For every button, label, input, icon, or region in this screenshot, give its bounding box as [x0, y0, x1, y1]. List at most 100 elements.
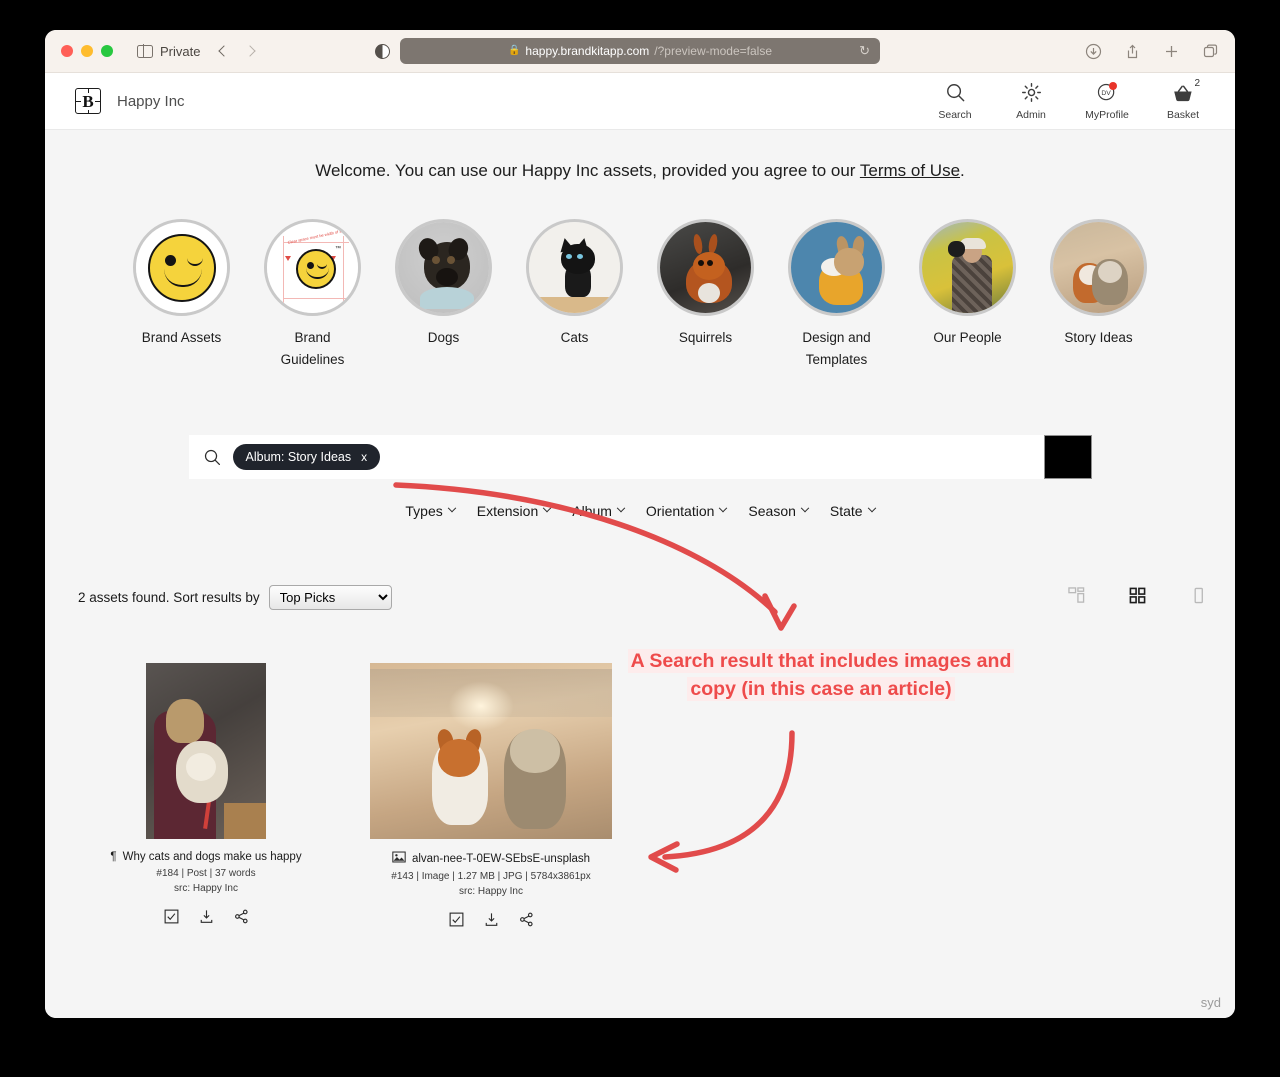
sidebar-toggle[interactable]: Private — [137, 44, 200, 59]
search-icon — [945, 82, 966, 104]
category-our-people[interactable]: Our People — [919, 219, 1016, 370]
view-mode-switch — [1068, 586, 1207, 609]
grid-view-icon[interactable] — [1129, 587, 1146, 609]
asset-thumbnail[interactable] — [86, 663, 326, 840]
window-controls[interactable] — [61, 45, 113, 57]
close-icon[interactable]: x — [361, 450, 367, 464]
search-icon — [203, 448, 233, 467]
chevron-down-icon — [867, 504, 876, 513]
terms-of-use-link[interactable]: Terms of Use — [860, 161, 960, 180]
search-filter-chip[interactable]: Album: Story Ideas x — [232, 444, 381, 471]
basket-icon: 2 — [1171, 78, 1200, 104]
filter-extension[interactable]: Extension — [477, 503, 552, 519]
category-cats[interactable]: Cats — [526, 219, 623, 370]
browser-titlebar: Private 🔒 happy.brandkitapp.com /?previe… — [45, 30, 1235, 73]
filter-album[interactable]: Album — [572, 503, 626, 520]
share-icon[interactable] — [519, 912, 534, 932]
category-label: Design and Templates — [802, 330, 871, 367]
category-design-and-templates[interactable]: Design and Templates — [788, 219, 885, 370]
category-story-ideas[interactable]: Story Ideas — [1050, 219, 1147, 370]
new-tab-icon[interactable] — [1163, 43, 1180, 60]
welcome-prefix: Welcome. You can use our Happy Inc asset… — [315, 161, 860, 180]
category-list: ™ Brand Assets Clear space must be width… — [45, 219, 1235, 370]
category-brand-assets[interactable]: ™ Brand Assets — [133, 219, 230, 370]
search-bar: Album: Story Ideas x — [188, 435, 1092, 480]
search-submit-button[interactable] — [1043, 435, 1092, 480]
nav-label-myprofile: MyProfile — [1085, 108, 1129, 121]
brand-name: Happy Inc — [117, 92, 185, 110]
asset-actions — [326, 912, 656, 932]
filter-state[interactable]: State — [830, 503, 876, 519]
browser-toolbar-right — [1085, 43, 1219, 60]
nav-item-search[interactable]: Search — [931, 82, 979, 121]
maximize-window-button[interactable] — [101, 45, 113, 57]
minimize-window-button[interactable] — [81, 45, 93, 57]
chevron-down-icon — [542, 504, 552, 513]
search-input[interactable] — [380, 449, 1044, 466]
close-window-button[interactable] — [61, 45, 73, 57]
gear-icon — [1021, 82, 1042, 104]
asset-meta: #184 | Post | 37 words — [156, 868, 256, 880]
category-label: Squirrels — [678, 330, 733, 345]
chevron-down-icon — [719, 504, 728, 513]
svg-text:DV: DV — [1101, 90, 1111, 97]
asset-card[interactable]: ¶ Why cats and dogs make us happy #184 |… — [86, 663, 326, 932]
filter-label: Types — [405, 503, 443, 520]
filter-orientation[interactable]: Orientation — [645, 503, 728, 520]
nav-label-basket: Basket — [1166, 108, 1200, 121]
asset-card[interactable]: alvan-nee-T-0EW-SEbsE-unsplash #143 | Im… — [326, 663, 656, 932]
share-icon[interactable] — [1124, 43, 1141, 60]
category-thumbnail — [526, 219, 623, 316]
logo-letter: B — [81, 91, 95, 111]
browser-navigation[interactable] — [218, 45, 257, 57]
reload-icon[interactable]: ↻ — [859, 43, 870, 59]
download-icon[interactable] — [484, 912, 499, 932]
nav-item-myprofile[interactable]: DV MyProfile — [1083, 81, 1131, 121]
category-label: Brand Guidelines — [280, 330, 345, 367]
filter-label: Album — [572, 503, 612, 520]
nav-item-admin[interactable]: Admin — [1007, 82, 1055, 121]
download-icon[interactable] — [199, 909, 214, 929]
welcome-suffix: . — [960, 161, 965, 180]
sort-select[interactable]: Top Picks — [268, 585, 392, 611]
list-view-icon[interactable] — [1190, 587, 1207, 609]
address-bar[interactable]: 🔒 happy.brandkitapp.com /?preview-mode=f… — [400, 38, 880, 64]
category-dogs[interactable]: Dogs — [395, 219, 492, 370]
category-label: Story Ideas — [1064, 330, 1133, 345]
results-count: 2 assets found. Sort results by — [78, 590, 260, 606]
asset-title: alvan-nee-T-0EW-SEbsE-unsplash — [411, 852, 591, 865]
notification-dot — [1109, 81, 1117, 90]
category-thumbnail — [919, 219, 1016, 316]
filter-label: Season — [748, 503, 796, 520]
chip-label: Album: Story Ideas — [245, 450, 352, 465]
category-label: Brand Assets — [141, 330, 222, 345]
category-label: Our People — [933, 330, 1002, 345]
asset-title: Why cats and dogs make us happy — [122, 851, 302, 864]
tab-overview-icon[interactable] — [1202, 43, 1219, 60]
forward-icon[interactable] — [244, 45, 257, 57]
category-squirrels[interactable]: Squirrels — [657, 219, 754, 370]
masonry-view-icon[interactable] — [1068, 586, 1085, 609]
category-thumbnail — [1050, 219, 1147, 316]
brandkit-logo-icon: B — [75, 88, 101, 114]
nav-item-basket[interactable]: 2 Basket — [1159, 78, 1207, 121]
share-icon[interactable] — [234, 909, 249, 929]
back-icon[interactable] — [218, 45, 231, 57]
nav-label-admin: Admin — [1016, 108, 1046, 121]
brand[interactable]: B Happy Inc — [75, 88, 185, 114]
sidebar-icon — [137, 44, 153, 58]
header-nav: Search Admin DV MyProfile 2 Basket — [931, 78, 1207, 121]
privacy-shield-icon[interactable] — [375, 43, 390, 59]
filter-types[interactable]: Types — [405, 503, 456, 520]
asset-thumbnail[interactable] — [326, 663, 656, 840]
downloads-icon[interactable] — [1085, 43, 1102, 60]
filter-bar: Types Extension Album Orientation Season… — [45, 503, 1235, 519]
avatar-icon: DV — [1096, 81, 1118, 104]
private-mode-label: Private — [160, 43, 201, 59]
select-checkbox-icon[interactable] — [449, 912, 464, 932]
filter-label: Orientation — [645, 503, 715, 520]
category-brand-guidelines[interactable]: Clear space must be width of x-height ™ … — [264, 219, 361, 370]
basket-count-badge: 2 — [1194, 77, 1200, 89]
filter-season[interactable]: Season — [748, 503, 810, 520]
select-checkbox-icon[interactable] — [164, 909, 179, 929]
